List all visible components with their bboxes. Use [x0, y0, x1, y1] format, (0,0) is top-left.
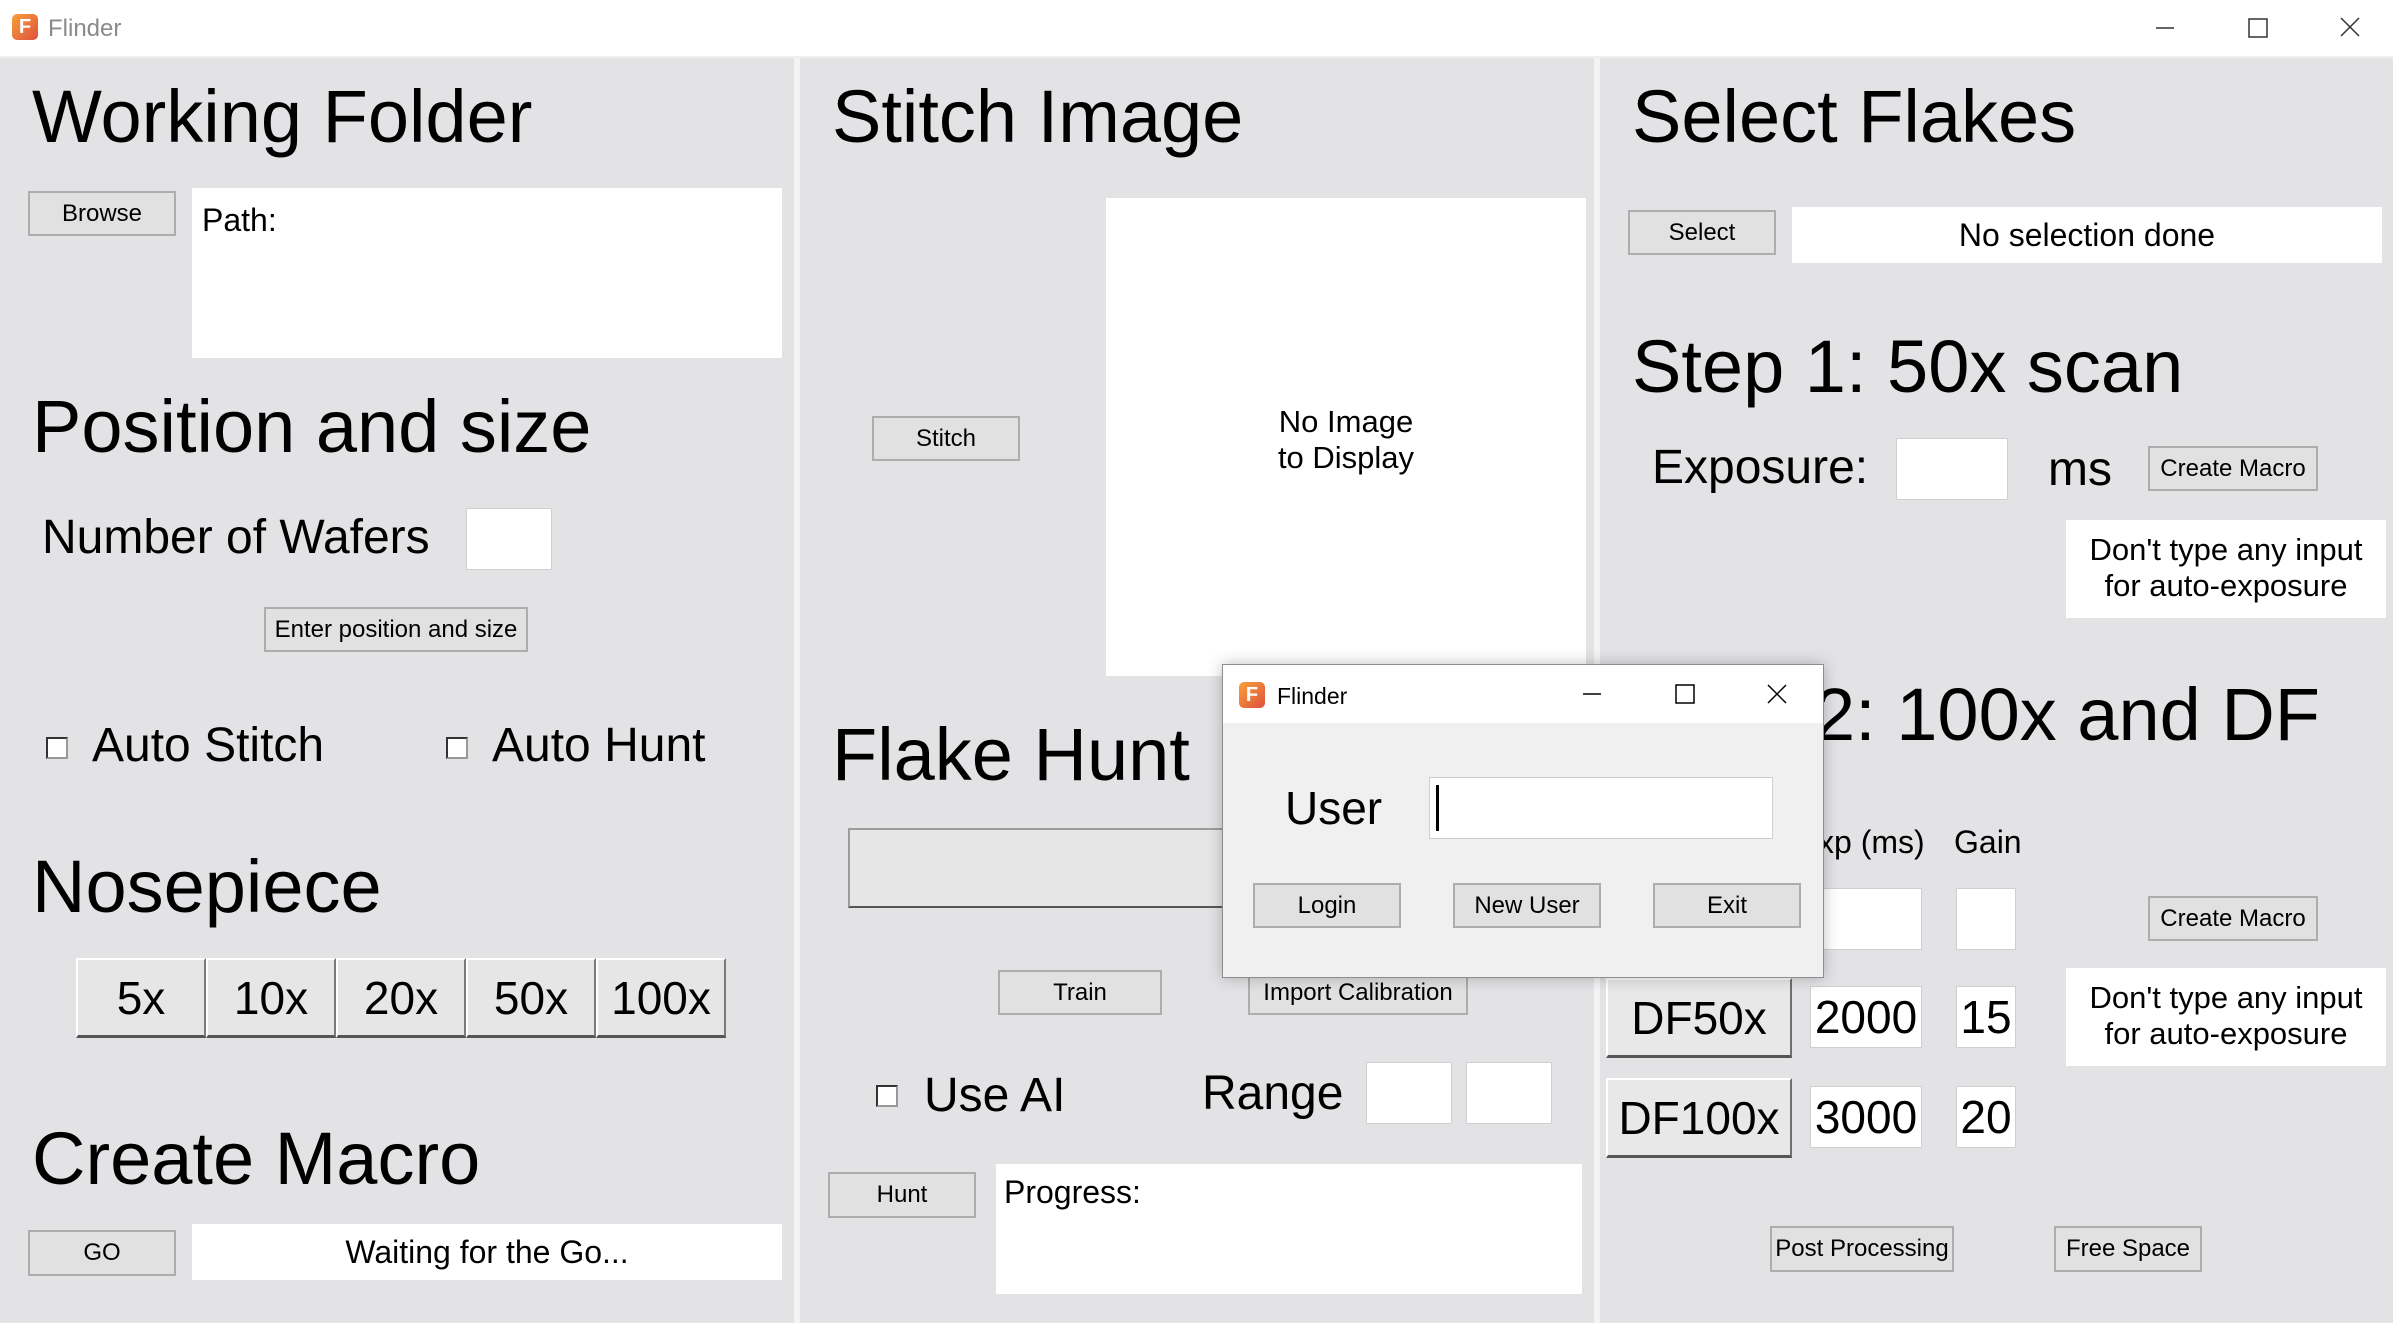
- text-cursor: [1436, 785, 1439, 831]
- nosepiece-5x-button[interactable]: 5x: [76, 958, 206, 1038]
- close-button[interactable]: [2304, 0, 2393, 56]
- dialog-minimize-button[interactable]: [1547, 665, 1637, 723]
- df100x-gain-input[interactable]: 20: [1956, 1086, 2016, 1148]
- stitch-image-preview: No Image to Display: [1106, 198, 1586, 676]
- progress-display: Progress:: [996, 1164, 1582, 1294]
- hint-line: for auto-exposure: [2104, 568, 2348, 603]
- step2-heading: 2: 100x and DF: [1814, 673, 2320, 756]
- maximize-icon: [1675, 684, 1695, 704]
- dialog-title: Flinder: [1277, 683, 1348, 709]
- user-label: User: [1285, 782, 1383, 834]
- auto-hunt-checkbox[interactable]: [446, 737, 468, 759]
- dialog-maximize-button[interactable]: [1639, 665, 1729, 723]
- create-macro-step1-button[interactable]: Create Macro: [2148, 446, 2318, 491]
- df100x-button[interactable]: DF100x: [1606, 1078, 1792, 1158]
- df100x-exposure-input[interactable]: 3000: [1810, 1086, 1922, 1148]
- dialog-app-icon: F: [1239, 682, 1265, 708]
- close-icon: [1767, 684, 1787, 704]
- progress-label: Progress:: [1004, 1174, 1141, 1210]
- auto-exposure-hint: Don't type any input for auto-exposure: [2066, 520, 2386, 618]
- num-wafers-input[interactable]: [466, 508, 552, 570]
- dialog-close-button[interactable]: [1731, 665, 1821, 723]
- title-bar: F Flinder: [0, 0, 2393, 56]
- range-min-input[interactable]: [1366, 1062, 1452, 1124]
- nosepiece-50x-button[interactable]: 50x: [466, 958, 596, 1038]
- num-wafers-label: Number of Wafers: [42, 511, 430, 564]
- df50x-exposure-input[interactable]: 2000: [1810, 986, 1922, 1048]
- post-processing-button[interactable]: Post Processing: [1770, 1226, 1954, 1272]
- auto-hunt-label: Auto Hunt: [492, 719, 706, 772]
- use-ai-checkbox[interactable]: [876, 1085, 898, 1107]
- minimize-button[interactable]: [2120, 0, 2210, 56]
- no-image-text: No Image to Display: [1106, 404, 1586, 476]
- stitch-image-heading: Stitch Image: [832, 75, 1244, 158]
- step1-heading: Step 1: 50x scan: [1632, 325, 2184, 408]
- new-user-button[interactable]: New User: [1453, 883, 1601, 928]
- nosepiece-20x-button[interactable]: 20x: [336, 958, 466, 1038]
- window-title: Flinder: [48, 15, 122, 42]
- exit-button[interactable]: Exit: [1653, 883, 1801, 928]
- exposure-column-label: xp (ms): [1818, 824, 1925, 860]
- position-size-heading: Position and size: [32, 385, 592, 468]
- hunt-button[interactable]: Hunt: [828, 1172, 976, 1218]
- path-label: Path:: [202, 202, 277, 238]
- hint-line: Don't type any input: [2089, 980, 2363, 1015]
- login-dialog: F Flinder User Login New User Exit: [1222, 664, 1824, 978]
- browse-button[interactable]: Browse: [28, 191, 176, 236]
- ms-unit-label: ms: [2048, 443, 2112, 496]
- flake-hunt-heading: Flake Hunt: [832, 713, 1190, 796]
- user-input[interactable]: [1429, 777, 1773, 839]
- no-image-line: to Display: [1277, 440, 1415, 475]
- nosepiece-100x-button[interactable]: 100x: [596, 958, 726, 1038]
- step2-exposure-input[interactable]: [1810, 888, 1922, 950]
- exposure-label: Exposure:: [1652, 441, 1869, 494]
- working-folder-heading: Working Folder: [32, 75, 533, 158]
- auto-exposure-hint-2: Don't type any input for auto-exposure: [2066, 968, 2386, 1066]
- flake-hunt-progress-bar: [848, 828, 1228, 908]
- nosepiece-heading: Nosepiece: [32, 845, 382, 928]
- hint-line: Don't type any input: [2089, 532, 2363, 567]
- no-image-line: No Image: [1278, 404, 1414, 439]
- use-ai-label: Use AI: [924, 1069, 1066, 1122]
- enter-position-button[interactable]: Enter position and size: [264, 607, 528, 652]
- select-flakes-heading: Select Flakes: [1632, 75, 2077, 158]
- minimize-icon: [2156, 27, 2174, 29]
- app-logo-icon: F: [12, 14, 38, 40]
- train-button[interactable]: Train: [998, 970, 1162, 1015]
- maximize-button[interactable]: [2212, 0, 2302, 56]
- step2-gain-input[interactable]: [1956, 888, 2016, 950]
- dialog-title-bar: F Flinder: [1223, 665, 1823, 723]
- gain-column-label: Gain: [1954, 824, 2022, 860]
- range-label: Range: [1202, 1067, 1344, 1120]
- create-macro-heading: Create Macro: [32, 1117, 481, 1200]
- stitch-button[interactable]: Stitch: [872, 416, 1020, 461]
- create-macro-step2-button[interactable]: Create Macro: [2148, 896, 2318, 941]
- free-space-button[interactable]: Free Space: [2054, 1226, 2202, 1272]
- minimize-icon: [1583, 693, 1601, 695]
- go-button[interactable]: GO: [28, 1230, 176, 1276]
- range-max-input[interactable]: [1466, 1062, 1552, 1124]
- exposure-input[interactable]: [1896, 438, 2008, 500]
- auto-stitch-checkbox[interactable]: [46, 737, 68, 759]
- df50x-gain-input[interactable]: 15: [1956, 986, 2016, 1048]
- auto-stitch-label: Auto Stitch: [92, 719, 325, 772]
- path-display: Path:: [192, 188, 782, 358]
- select-button[interactable]: Select: [1628, 210, 1776, 255]
- nosepiece-10x-button[interactable]: 10x: [206, 958, 336, 1038]
- maximize-icon: [2248, 18, 2268, 38]
- go-status: Waiting for the Go...: [192, 1224, 782, 1280]
- hint-line: for auto-exposure: [2104, 1016, 2348, 1051]
- selection-status: No selection done: [1792, 207, 2382, 263]
- close-icon: [2340, 17, 2360, 37]
- df50x-button[interactable]: DF50x: [1606, 978, 1792, 1058]
- login-button[interactable]: Login: [1253, 883, 1401, 928]
